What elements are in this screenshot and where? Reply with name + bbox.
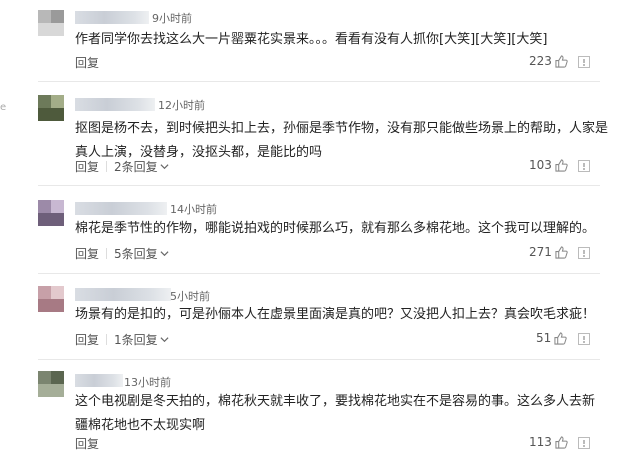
report-icon[interactable]	[578, 56, 590, 68]
separator	[106, 248, 108, 259]
report-dot	[583, 168, 585, 170]
view-replies-button[interactable]: 1条回复	[114, 333, 158, 347]
avatar-tile	[38, 10, 51, 23]
divider	[38, 185, 600, 186]
separator	[106, 161, 108, 172]
report-dot	[583, 255, 585, 257]
divider	[38, 273, 600, 274]
username[interactable]	[75, 98, 155, 111]
view-replies-button[interactable]: 2条回复	[114, 160, 158, 174]
thumbs-up-icon	[554, 332, 567, 345]
avatar-tile	[51, 95, 64, 108]
edge-mark: e	[0, 102, 7, 113]
reply-button[interactable]: 回复	[75, 333, 99, 347]
report-dot	[583, 64, 585, 66]
divider	[38, 359, 600, 360]
reply-button[interactable]: 回复	[75, 160, 99, 174]
avatar[interactable]	[38, 95, 64, 121]
like-count: 51	[536, 331, 552, 345]
avatar-tile	[38, 200, 51, 213]
chevron-down-icon	[160, 164, 169, 170]
reply-button[interactable]: 回复	[75, 56, 99, 70]
like-count: 103	[529, 158, 552, 172]
username[interactable]	[75, 288, 171, 301]
comment-text: 场景有的是扣的，可是孙俪本人在虚景里面演是真的吧？又没把人扣上去？真会吹毛求疵！	[75, 307, 596, 322]
avatar-tile	[38, 108, 64, 121]
username[interactable]	[75, 374, 123, 387]
avatar-tile	[38, 213, 64, 226]
avatar-tile	[38, 371, 51, 384]
separator	[106, 334, 108, 345]
avatar-tile	[51, 371, 64, 384]
comment-time: 13小时前	[124, 376, 171, 389]
comment-text: 作者同学你去找这么大一片罂粟花实景来。。。看看有没有人抓你[大笑][大笑][大笑…	[75, 32, 548, 47]
comment-time: 14小时前	[170, 203, 217, 216]
report-icon[interactable]	[578, 333, 590, 345]
report-mark	[583, 336, 585, 340]
chevron-down-icon	[160, 251, 169, 257]
report-icon[interactable]	[578, 437, 590, 449]
report-mark	[583, 59, 585, 63]
avatar[interactable]	[38, 286, 64, 312]
report-icon[interactable]	[578, 160, 590, 172]
avatar-tile	[38, 384, 64, 397]
like-button[interactable]: 51	[536, 331, 567, 345]
like-button[interactable]: 223	[529, 54, 568, 68]
comment-actions: 回复 5条回复	[75, 245, 169, 262]
reply-button[interactable]: 回复	[75, 437, 99, 451]
view-replies-button[interactable]: 5条回复	[114, 247, 158, 261]
report-mark	[583, 163, 585, 167]
comment-actions: 回复 1条回复	[75, 331, 169, 348]
avatar-tile	[38, 23, 64, 36]
comment-time: 5小时前	[170, 290, 210, 303]
avatar[interactable]	[38, 10, 64, 36]
thumbs-up-icon	[555, 436, 568, 449]
comment-actions: 回复 2条回复	[75, 158, 169, 175]
like-button[interactable]: 103	[529, 158, 568, 172]
reply-button[interactable]: 回复	[75, 247, 99, 261]
like-count: 271	[529, 245, 552, 259]
report-icon[interactable]	[578, 247, 590, 259]
report-mark	[583, 440, 585, 444]
comment-text: 棉花是季节性的作物，哪能说拍戏的时候那么巧，就有那么多棉花地。这个我可以理解的。	[75, 221, 596, 236]
avatar-tile	[38, 299, 64, 312]
comment-actions: 回复	[75, 54, 99, 71]
avatar[interactable]	[38, 200, 64, 226]
report-dot	[583, 341, 585, 343]
report-dot	[583, 445, 585, 447]
divider	[38, 81, 600, 82]
username[interactable]	[75, 11, 149, 24]
avatar-tile	[51, 286, 64, 299]
like-button[interactable]: 271	[529, 245, 568, 259]
thumbs-up-icon	[555, 159, 568, 172]
report-mark	[583, 250, 585, 254]
comment-time: 9小时前	[152, 12, 192, 25]
thumbs-up-icon	[555, 55, 568, 68]
like-button[interactable]: 113	[529, 435, 568, 449]
like-count: 113	[529, 435, 552, 449]
comment-actions: 回复	[75, 435, 99, 452]
chevron-down-icon	[160, 337, 169, 343]
avatar[interactable]	[38, 371, 64, 397]
comment-text: 这个电视剧是冬天拍的，棉花秋天就丰收了，要找棉花地实在不是容易的事。这么多人去新…	[75, 394, 596, 433]
comment-time: 12小时前	[158, 99, 205, 112]
avatar-tile	[51, 10, 64, 23]
avatar-tile	[38, 95, 51, 108]
avatar-tile	[51, 200, 64, 213]
avatar-tile	[38, 286, 51, 299]
thumbs-up-icon	[555, 246, 568, 259]
username[interactable]	[75, 202, 167, 215]
like-count: 223	[529, 54, 552, 68]
